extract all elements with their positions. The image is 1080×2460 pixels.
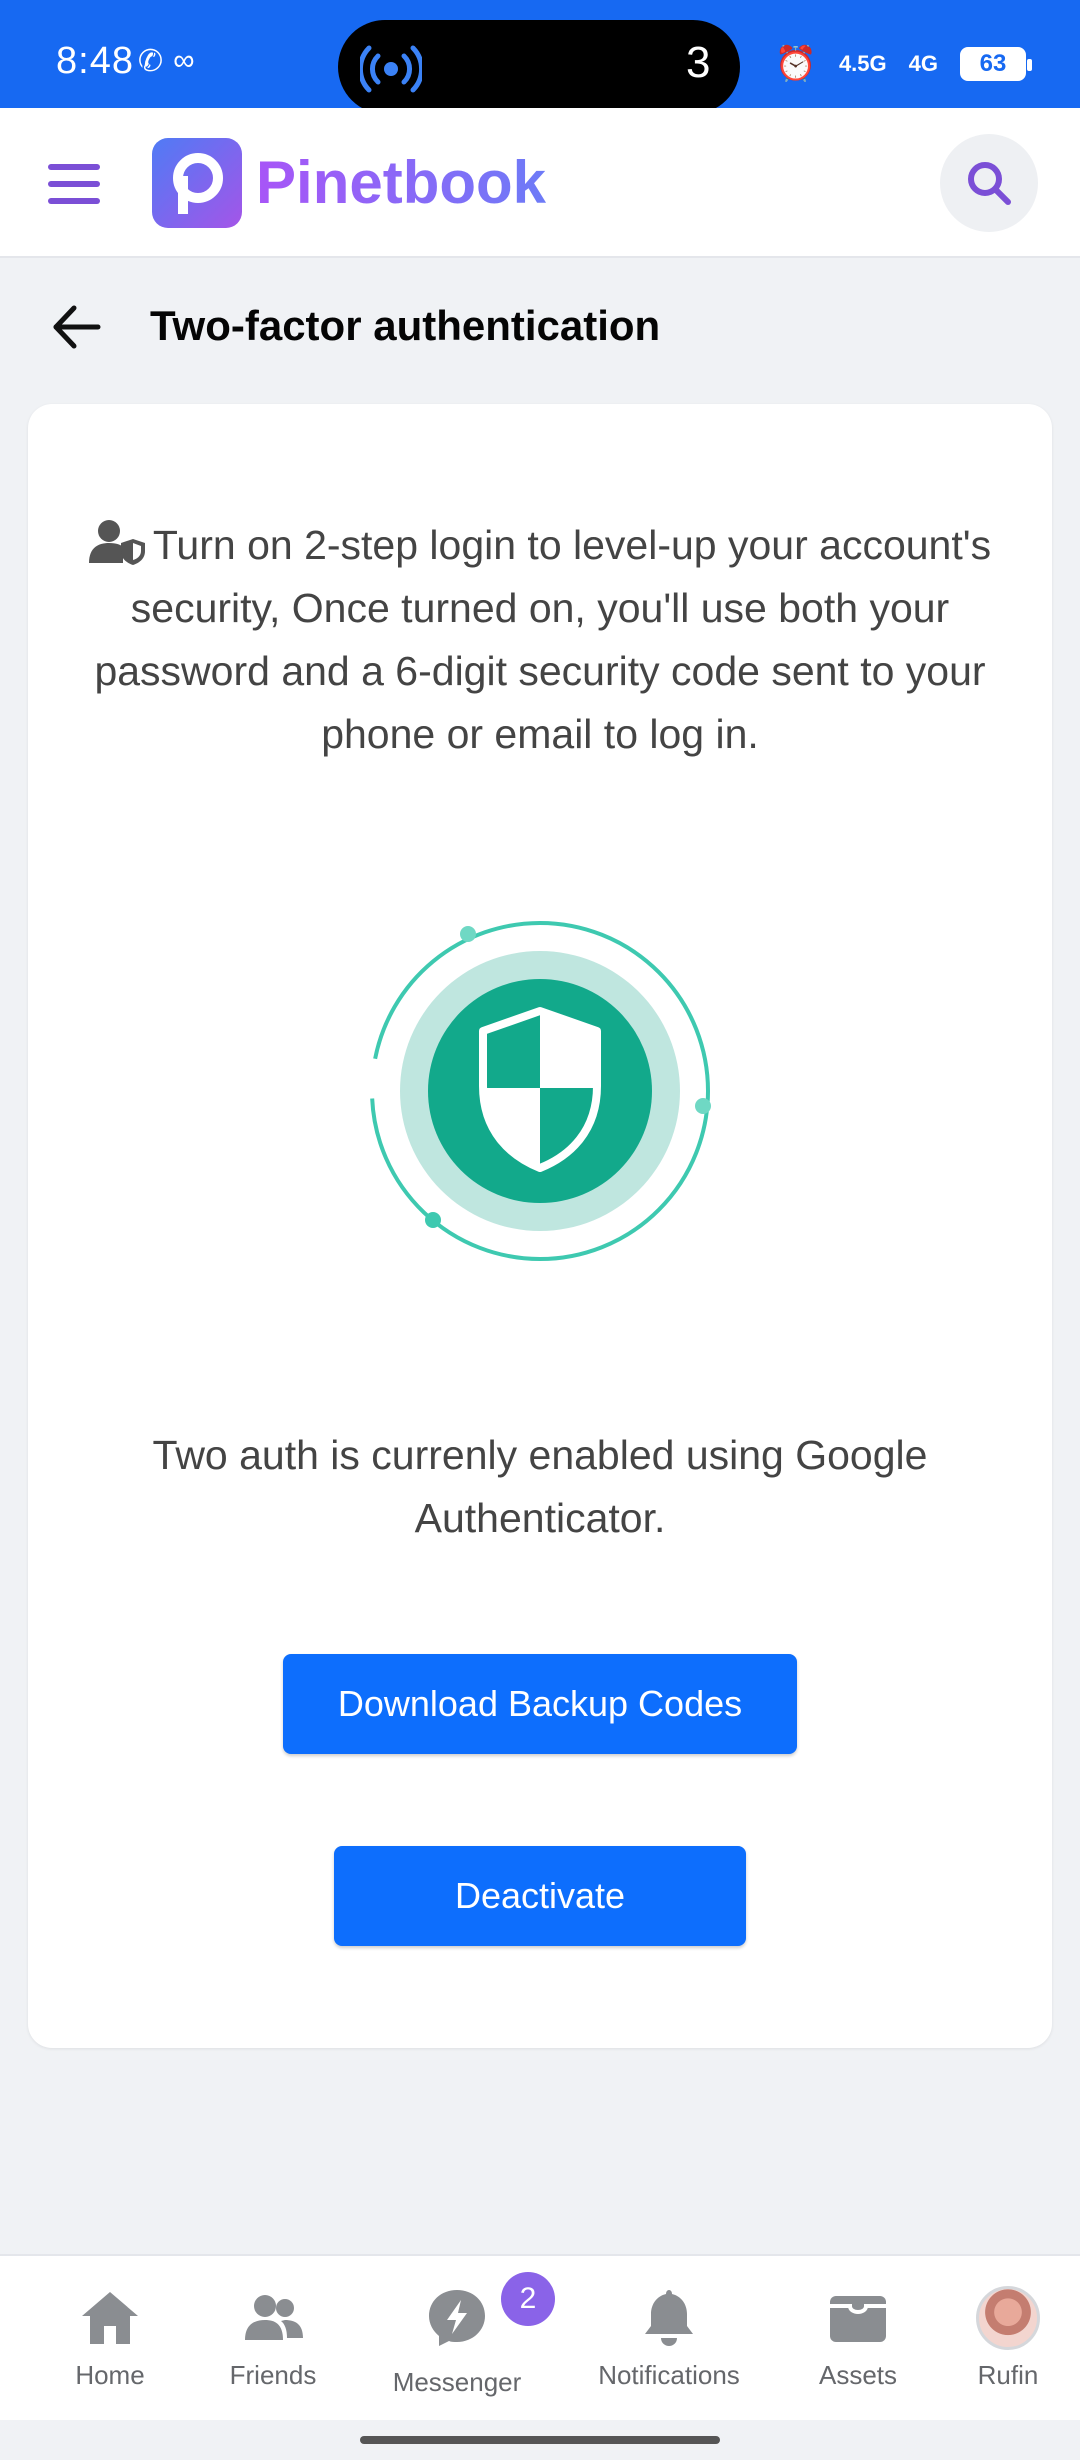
status-time: 8:48 — [56, 40, 134, 82]
whatsapp-icon: ✆ — [138, 45, 164, 78]
page-title: Two-factor authentication — [150, 302, 661, 349]
app-header: Pinetbook — [0, 108, 1080, 258]
user-shield-icon — [88, 520, 145, 565]
battery-icon: 63 — [960, 47, 1032, 81]
status-bar: 8:48 ✆ ∞ 3 ⏰ 4.5G 4G 63 — [0, 0, 1080, 114]
bottom-nav: Home Friends 2 Messenger Notifications A… — [0, 2254, 1080, 2420]
nav-profile[interactable]: Rufin — [958, 2286, 1058, 2391]
search-icon — [968, 162, 1011, 205]
nav-assets-label: Assets — [818, 2360, 898, 2390]
alarm-icon: ⏰ — [774, 45, 817, 83]
download-backup-codes-button[interactable]: Download Backup Codes — [283, 1654, 797, 1754]
nav-friends[interactable]: Friends — [223, 2286, 323, 2391]
deactivate-button[interactable]: Deactivate — [334, 1846, 746, 1946]
avatar — [976, 2286, 1040, 2350]
network-2: 4G — [908, 51, 938, 76]
back-arrow-icon[interactable] — [50, 302, 102, 352]
nav-assets[interactable]: Assets — [808, 2286, 908, 2391]
status-message: Two auth is currenly enabled using Googl… — [152, 1432, 928, 1541]
nav-friends-label: Friends — [229, 2360, 317, 2390]
status-right-icons: ⏰ 4.5G 4G 63 — [774, 44, 1032, 84]
wallet-icon — [830, 2296, 886, 2342]
shield-icon — [370, 921, 711, 1261]
broadcast-icon — [360, 45, 422, 93]
app-name[interactable]: Pinetbook — [256, 148, 546, 217]
menu-button[interactable] — [48, 164, 100, 204]
island-count: 3 — [686, 38, 711, 87]
status-left-icons: ✆ ∞ — [138, 44, 195, 79]
messenger-badge: 2 — [501, 2272, 555, 2326]
friends-icon — [245, 2295, 303, 2340]
home-indicator — [360, 2436, 720, 2444]
nav-home[interactable]: Home — [60, 2286, 160, 2391]
menu-icon-bar — [48, 198, 100, 204]
nav-profile-label: Rufin — [977, 2360, 1039, 2390]
app-logo-icon[interactable] — [152, 138, 242, 228]
battery-level: 63 — [979, 50, 1007, 77]
nav-notifications-label: Notifications — [598, 2360, 740, 2390]
intro-paragraph: Turn on 2-step login to level-up your ac… — [88, 514, 992, 766]
network-1: 4.5G — [838, 51, 887, 76]
nav-messenger[interactable]: 2 Messenger — [392, 2272, 555, 2398]
messenger-icon — [429, 2290, 485, 2346]
page-title-row: Two-factor authentication — [0, 280, 1080, 376]
bell-icon — [645, 2290, 693, 2346]
nav-home-label: Home — [75, 2360, 145, 2390]
nav-messenger-label: Messenger — [392, 2367, 522, 2397]
intro-text: Turn on 2-step login to level-up your ac… — [94, 522, 992, 757]
menu-icon-bar — [48, 164, 100, 170]
nav-notifications[interactable]: Notifications — [586, 2286, 752, 2391]
search-button[interactable] — [940, 134, 1038, 232]
two-factor-card: Turn on 2-step login to level-up your ac… — [28, 404, 1052, 2048]
link-icon: ∞ — [173, 44, 195, 77]
home-icon — [82, 2292, 138, 2344]
menu-icon-bar — [48, 181, 100, 187]
